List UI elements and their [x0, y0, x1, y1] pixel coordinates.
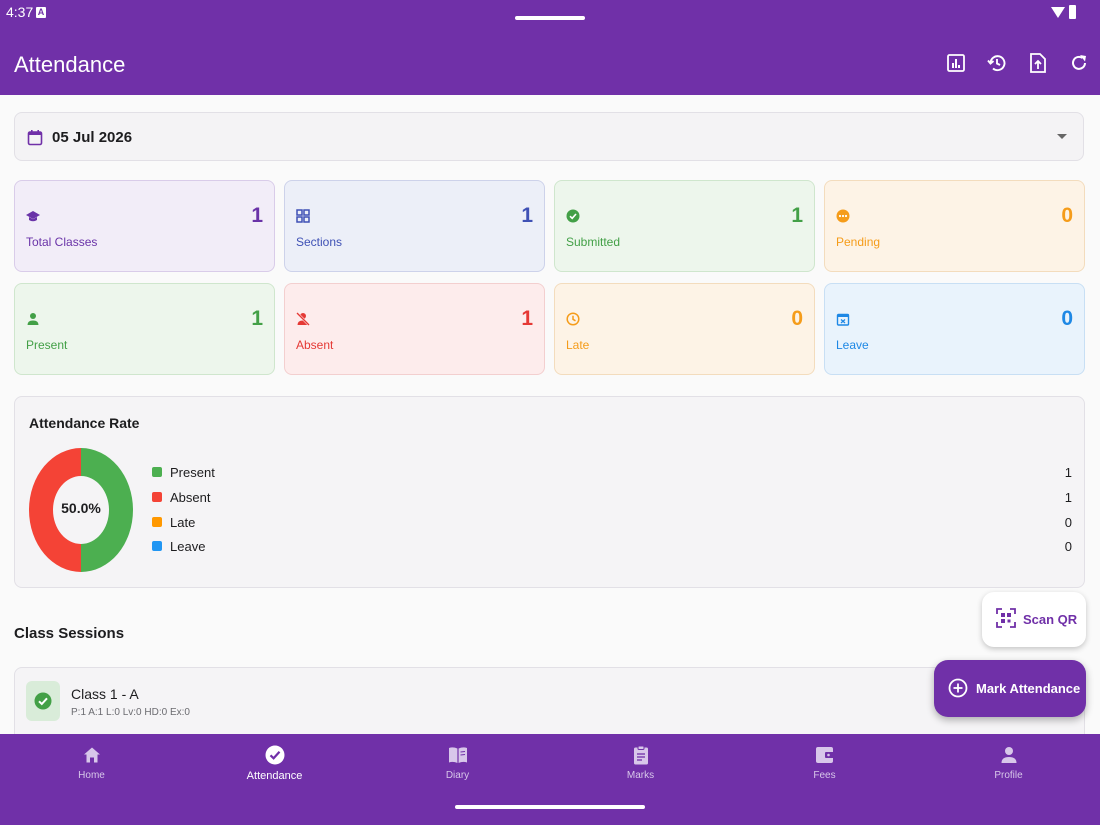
legend-label: Absent: [170, 490, 211, 505]
app-bar: Attendance: [0, 30, 1100, 95]
dropdown-arrow-icon: [1057, 134, 1067, 139]
attendance-rate-card: Attendance Rate 50.0% Present 1 Absent 1…: [14, 396, 1085, 588]
stat-card-sections[interactable]: 1 Sections: [284, 180, 545, 272]
session-stats: P:1 A:1 L:0 Lv:0 HD:0 Ex:0: [71, 707, 190, 718]
nav-item-diary[interactable]: Diary: [366, 734, 549, 794]
stat-value: 1: [251, 307, 263, 330]
stat-card-submitted[interactable]: 1 Submitted: [554, 180, 815, 272]
home-icon: [82, 745, 102, 765]
stat-value: 0: [1061, 307, 1073, 330]
person-icon: [26, 312, 40, 326]
session-name: Class 1 - A: [71, 686, 139, 702]
nav-label: Fees: [813, 770, 836, 781]
event-busy-icon: [836, 312, 850, 326]
clock-icon: [566, 312, 580, 326]
nav-label: Marks: [626, 770, 655, 781]
mark-attendance-button[interactable]: Mark Attendance: [934, 660, 1086, 717]
class-sessions-title: Class Sessions: [14, 625, 125, 642]
nav-item-home[interactable]: Home: [0, 734, 183, 794]
stat-value: 1: [251, 204, 263, 227]
legend-label: Leave: [170, 539, 206, 554]
stat-card-pending[interactable]: 0 Pending: [824, 180, 1085, 272]
history-icon[interactable]: [986, 52, 1008, 74]
attendance-rate-title: Attendance Rate: [29, 415, 140, 431]
stat-label: Total Classes: [26, 235, 98, 249]
legend-row-leave: Leave 0: [152, 538, 1072, 556]
legend-value: 1: [1064, 490, 1072, 505]
class-session-card[interactable]: Class 1 - A P:1 A:1 L:0 Lv:0 HD:0 Ex:0: [14, 667, 1085, 742]
stat-label: Submitted: [566, 235, 621, 249]
legend-row-present: Present 1: [152, 464, 1072, 482]
wifi-icon: [1051, 7, 1065, 18]
nav-label: Profile: [994, 770, 1023, 781]
legend-label: Present: [170, 465, 215, 480]
mark-attendance-label: Mark Attendance: [976, 681, 1081, 696]
stat-value: 0: [1061, 204, 1073, 227]
stat-value: 0: [791, 307, 803, 330]
legend-value: 1: [1064, 465, 1072, 480]
date-picker[interactable]: 05 Jul 2026: [14, 112, 1084, 161]
stat-card-late[interactable]: 0 Late: [554, 283, 815, 375]
scan-qr-button[interactable]: Scan QR: [982, 592, 1086, 647]
stat-label: Sections: [296, 235, 343, 249]
legend-dot: [152, 517, 162, 527]
clipboard-icon: [631, 745, 651, 765]
school-icon: [26, 209, 40, 223]
wallet-icon: [815, 745, 835, 765]
person-off-icon: [296, 312, 310, 326]
grid-icon: [296, 209, 310, 223]
stat-label: Present: [26, 338, 68, 352]
stat-label: Absent: [296, 338, 334, 352]
nav-item-profile[interactable]: Profile: [917, 734, 1100, 794]
qr-scan-icon: [996, 608, 1016, 633]
legend-value: 0: [1064, 539, 1072, 554]
session-status-icon: [26, 681, 60, 721]
attendance-rate-percent: 50.0%: [61, 500, 101, 516]
stat-value: 1: [791, 204, 803, 227]
nav-item-attendance[interactable]: Attendance: [183, 734, 366, 794]
check-circle-icon: [34, 692, 52, 710]
scan-qr-label: Scan QR: [1023, 612, 1078, 627]
nav-label: Attendance: [246, 770, 303, 782]
report-icon[interactable]: [945, 52, 967, 74]
legend-row-absent: Absent 1: [152, 489, 1072, 507]
legend-dot: [152, 492, 162, 502]
add-circle-icon: [948, 678, 968, 703]
notification-icon: A: [36, 7, 46, 18]
stat-value: 1: [521, 204, 533, 227]
legend-row-late: Late 0: [152, 514, 1072, 532]
selected-date: 05 Jul 2026: [52, 129, 133, 146]
check-circle-icon: [566, 209, 580, 223]
legend-dot: [152, 467, 162, 477]
status-time: 4:37: [6, 4, 34, 20]
upload-file-icon[interactable]: [1027, 52, 1049, 74]
legend-dot: [152, 541, 162, 551]
legend-label: Late: [170, 515, 196, 530]
status-handle: [515, 16, 585, 20]
gesture-handle: [455, 805, 645, 809]
page-title: Attendance: [14, 52, 126, 77]
stat-card-total-classes[interactable]: 1 Total Classes: [14, 180, 275, 272]
stat-label: Leave: [836, 338, 869, 352]
pending-icon: [836, 209, 850, 223]
status-bar: 4:37 A: [0, 0, 1100, 30]
bottom-navigation: Home Attendance Diary Marks Fees Profile: [0, 734, 1100, 825]
check-circle-icon: [265, 745, 285, 765]
stat-label: Pending: [836, 235, 881, 249]
legend-value: 0: [1064, 515, 1072, 530]
stat-label: Late: [566, 338, 590, 352]
nav-item-marks[interactable]: Marks: [549, 734, 732, 794]
stat-value: 1: [521, 307, 533, 330]
person-icon: [999, 745, 1019, 765]
nav-label: Home: [78, 770, 105, 781]
stat-card-absent[interactable]: 1 Absent: [284, 283, 545, 375]
battery-icon: [1069, 5, 1076, 19]
calendar-icon: [27, 129, 43, 151]
stat-card-present[interactable]: 1 Present: [14, 283, 275, 375]
nav-label: Diary: [445, 770, 470, 781]
stat-card-leave[interactable]: 0 Leave: [824, 283, 1085, 375]
book-icon: [448, 745, 468, 765]
refresh-icon[interactable]: [1068, 52, 1090, 74]
nav-item-fees[interactable]: Fees: [733, 734, 916, 794]
